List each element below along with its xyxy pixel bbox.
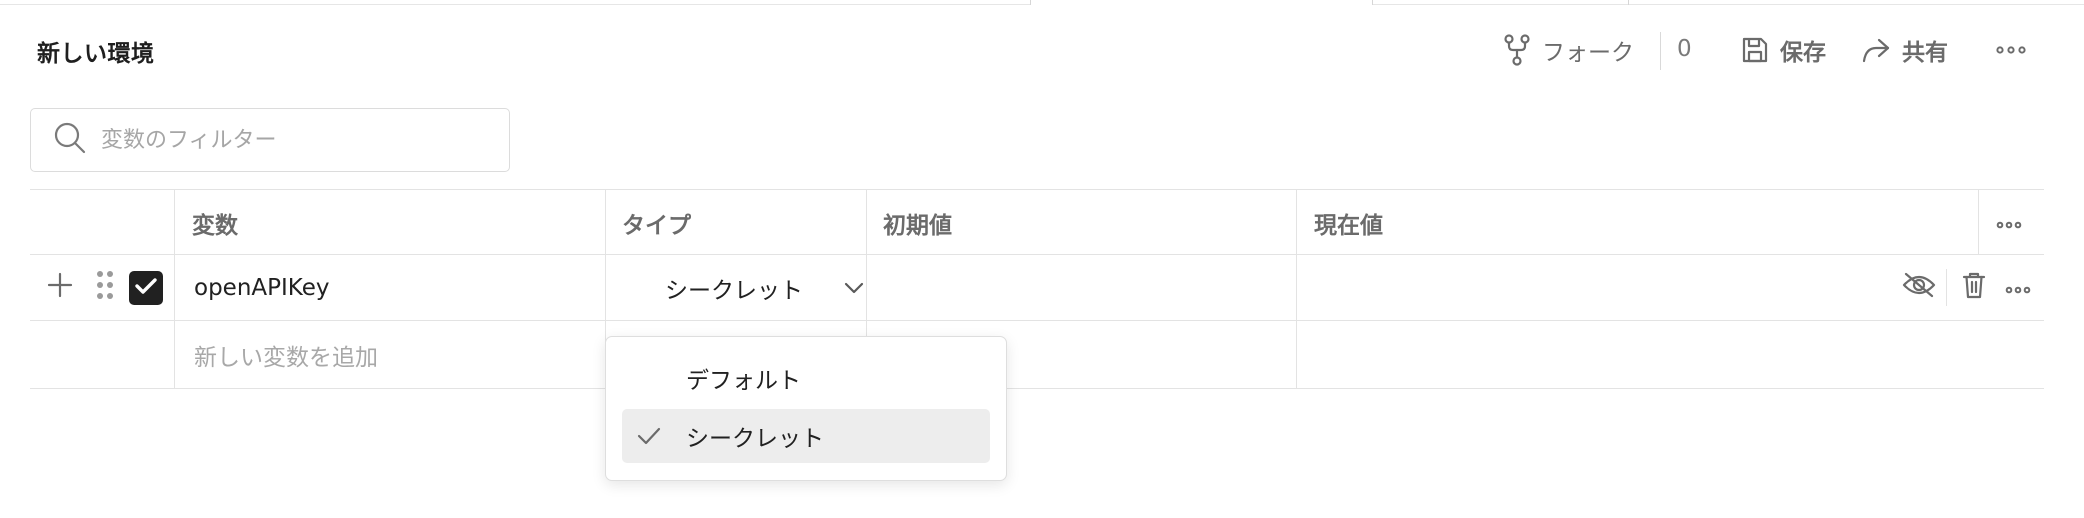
- column-divider: [174, 255, 175, 320]
- add-variable-row: 新しい変数を追加: [30, 321, 2044, 389]
- action-divider: [1946, 269, 1947, 306]
- more-horizontal-icon: [1996, 210, 2022, 236]
- more-options-button[interactable]: [1996, 30, 2026, 70]
- variable-filter[interactable]: [30, 108, 510, 172]
- save-label: 保存: [1780, 40, 1826, 66]
- type-option-default[interactable]: デフォルト: [622, 351, 990, 405]
- table-header-row: 変数 タイプ 初期値 現在値: [30, 189, 2044, 255]
- drag-handle-icon: [96, 269, 114, 307]
- column-options-button[interactable]: [1996, 190, 2022, 256]
- environment-title[interactable]: 新しい環境: [37, 34, 155, 68]
- tab-strip-divider: [1628, 0, 1629, 5]
- more-horizontal-icon: [1996, 45, 2026, 55]
- tab-strip-divider: [1372, 0, 1373, 5]
- eye-off-icon: [1902, 271, 1936, 305]
- fork-button[interactable]: フォーク: [1502, 30, 1634, 70]
- check-icon: [622, 426, 676, 446]
- fork-icon: [1502, 33, 1532, 67]
- floppy-disk-icon: [1740, 35, 1770, 65]
- variable-name: openAPIKey: [194, 275, 330, 301]
- column-divider: [605, 190, 606, 254]
- variable-enabled-checkbox[interactable]: [129, 271, 163, 305]
- type-select[interactable]: シークレット: [635, 255, 875, 321]
- column-header-variable[interactable]: 変数: [192, 190, 238, 256]
- add-row-button[interactable]: [46, 255, 74, 321]
- column-divider: [174, 190, 175, 254]
- drag-handle[interactable]: [96, 255, 114, 321]
- more-horizontal-icon: [2005, 275, 2031, 301]
- column-header-initial-value[interactable]: 初期値: [883, 190, 952, 256]
- tab-strip: [0, 0, 2084, 5]
- header-divider: [1660, 32, 1661, 70]
- trash-icon: [1962, 271, 1986, 305]
- column-divider: [1978, 190, 1979, 254]
- column-divider: [866, 190, 867, 254]
- filter-input[interactable]: [101, 127, 481, 153]
- row-more-button[interactable]: [2005, 255, 2031, 321]
- fork-count: 0: [1677, 36, 1692, 62]
- type-option-secret[interactable]: シークレット: [622, 409, 990, 463]
- type-option-label: シークレット: [686, 426, 824, 452]
- type-select-value: シークレット: [665, 278, 803, 304]
- share-arrow-icon: [1860, 35, 1892, 65]
- plus-icon: [46, 271, 74, 305]
- type-dropdown-menu: デフォルト シークレット: [605, 336, 1007, 481]
- column-divider: [1296, 321, 1297, 388]
- column-divider: [605, 255, 606, 320]
- column-header-type[interactable]: タイプ: [622, 190, 691, 256]
- type-option-label: デフォルト: [686, 368, 801, 394]
- fork-label: フォーク: [1542, 40, 1634, 66]
- tab-strip-segment: [1372, 0, 2084, 5]
- current-value-cell[interactable]: [1296, 255, 1896, 321]
- checkbox-checked-icon: [134, 276, 158, 300]
- add-variable-input[interactable]: 新しい変数を追加: [194, 321, 378, 389]
- toggle-visibility-button[interactable]: [1902, 255, 1936, 321]
- share-button[interactable]: 共有: [1860, 30, 1948, 70]
- delete-variable-button[interactable]: [1962, 255, 1986, 321]
- initial-value-cell[interactable]: [866, 255, 1296, 321]
- variable-name-cell[interactable]: openAPIKey: [194, 255, 329, 321]
- table-row: openAPIKey シークレット: [30, 255, 2044, 321]
- tab-strip-divider: [1030, 0, 1031, 5]
- environment-editor: 新しい環境 フォーク 0 保存 共有 変数のフィルター 変数 タイプ 初期値 現…: [0, 0, 2084, 518]
- save-button[interactable]: 保存: [1740, 30, 1826, 70]
- column-header-current-value[interactable]: 現在値: [1314, 190, 1383, 256]
- column-divider: [1296, 190, 1297, 254]
- tab-strip-segment: [0, 0, 1030, 5]
- add-variable-placeholder: 新しい変数を追加: [194, 345, 378, 371]
- share-label: 共有: [1902, 40, 1948, 66]
- chevron-down-icon: [843, 275, 865, 301]
- search-icon: [53, 121, 87, 159]
- column-divider: [174, 321, 175, 388]
